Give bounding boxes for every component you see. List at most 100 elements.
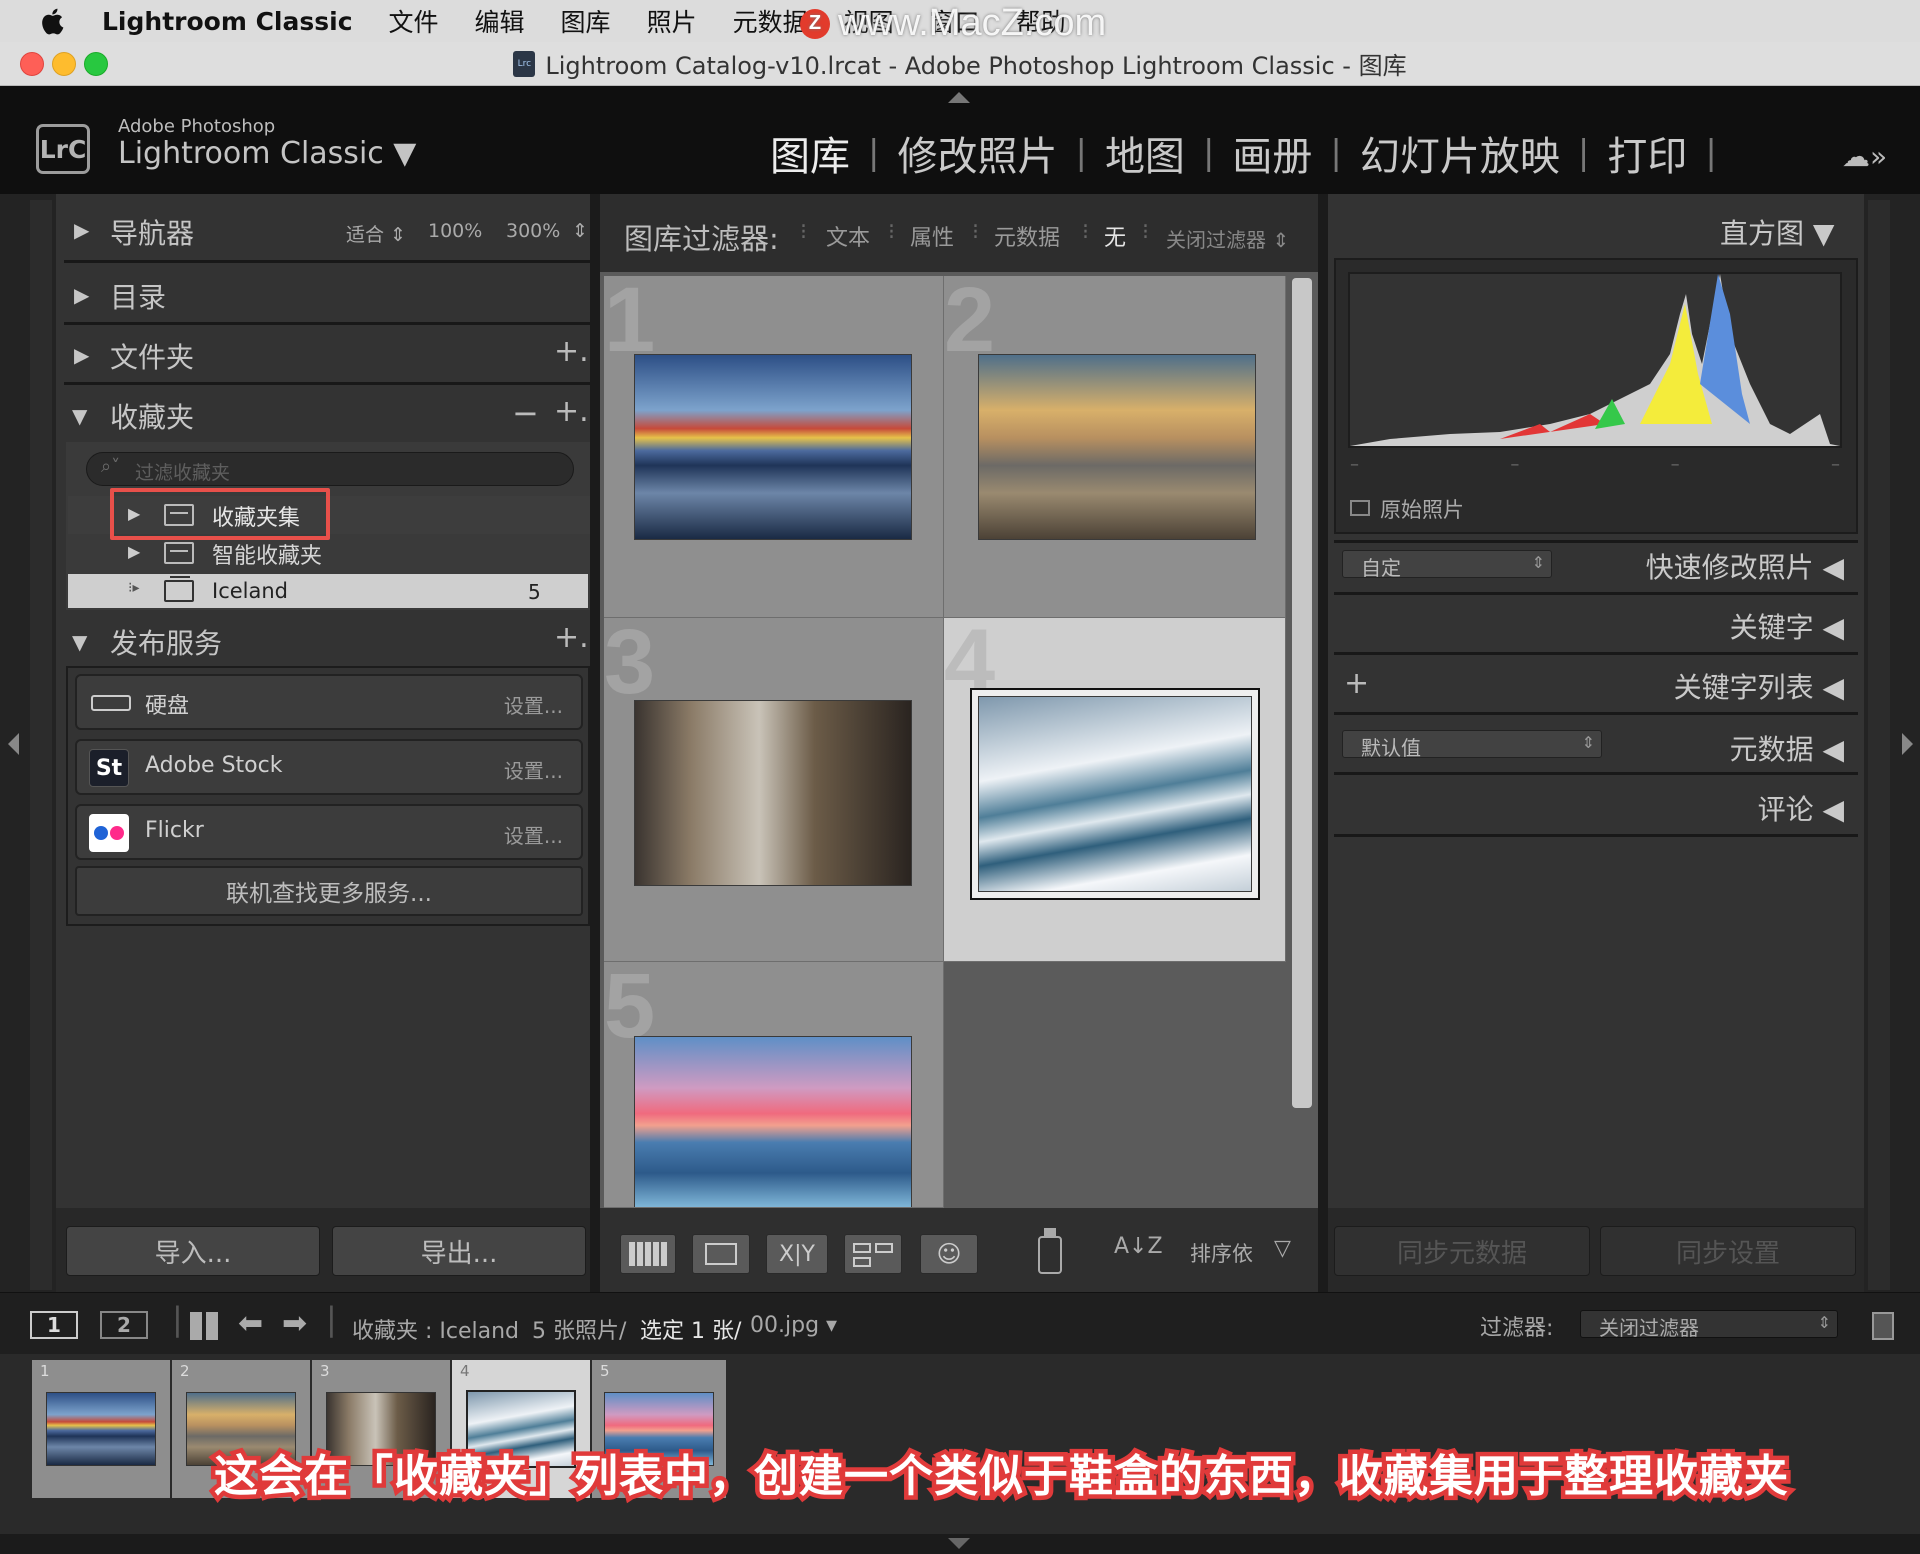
- navigator-title[interactable]: 导航器: [110, 212, 194, 252]
- cloud-sync-icon[interactable]: ☁»: [1842, 140, 1887, 173]
- service-setup-link[interactable]: 设置...: [504, 755, 563, 784]
- photo-thumbnail[interactable]: [634, 1036, 912, 1207]
- collapse-left-icon[interactable]: [8, 733, 19, 755]
- filmstrip-thumbnail[interactable]: [46, 1392, 156, 1466]
- menu-metadata[interactable]: 元数据: [733, 3, 808, 39]
- service-adobe-stock[interactable]: St Adobe Stock 设置...: [75, 739, 583, 795]
- photo-thumbnail[interactable]: [634, 354, 912, 540]
- import-button[interactable]: 导入...: [66, 1226, 320, 1276]
- sync-metadata-button[interactable]: 同步元数据: [1334, 1226, 1590, 1276]
- left-panel-scrollbar[interactable]: [30, 200, 52, 1290]
- photo-thumbnail[interactable]: [634, 700, 912, 886]
- sort-label[interactable]: 排序依: [1190, 1238, 1256, 1268]
- metadata-header[interactable]: 元数据 ◀: [1730, 728, 1844, 768]
- expand-triangle-icon[interactable]: ▶: [128, 542, 140, 561]
- publish-header[interactable]: ▼: [72, 630, 87, 654]
- service-flickr[interactable]: Flickr 设置...: [75, 804, 583, 860]
- app-menu[interactable]: Lightroom Classic: [102, 7, 353, 36]
- histogram-title[interactable]: 直方图 ▼: [1720, 212, 1834, 252]
- sync-settings-button[interactable]: 同步设置: [1600, 1226, 1856, 1276]
- folders-title[interactable]: 文件夹: [110, 336, 194, 376]
- catalog-header[interactable]: ▶: [74, 283, 89, 307]
- collections-header[interactable]: ▼: [72, 404, 87, 428]
- forward-arrow-icon[interactable]: ➡: [282, 1306, 307, 1341]
- filmstrip-source[interactable]: 收藏夹 : Iceland: [352, 1313, 519, 1345]
- grid-view-icon[interactable]: [190, 1312, 218, 1340]
- add-publish-service-button[interactable]: +.: [554, 620, 589, 655]
- filter-attribute[interactable]: 属性: [910, 220, 954, 252]
- menu-file[interactable]: 文件: [389, 3, 439, 39]
- right-panel-scrollbar[interactable]: [1868, 200, 1890, 1290]
- collection-iceland-row[interactable]: [68, 574, 588, 608]
- minimize-window-button[interactable]: [52, 52, 76, 76]
- service-setup-link[interactable]: 设置...: [504, 690, 563, 719]
- keyword-list-header[interactable]: 关键字列表 ◀: [1674, 666, 1844, 706]
- filter-presets-dropdown[interactable]: 关闭过滤器 ⇕: [1166, 224, 1289, 253]
- filmstrip-filter-select[interactable]: 关闭过滤器 ⇕: [1580, 1310, 1838, 1340]
- comments-header[interactable]: 评论 ◀: [1758, 788, 1844, 828]
- filter-text[interactable]: 文本: [826, 220, 870, 252]
- grid-scrollbar[interactable]: [1292, 278, 1312, 1108]
- folders-header[interactable]: ▶: [74, 343, 89, 367]
- original-photo-checkbox[interactable]: [1350, 500, 1370, 516]
- module-map[interactable]: 地图: [1105, 124, 1185, 182]
- histogram-graph[interactable]: [1348, 272, 1842, 448]
- collections-title[interactable]: 收藏夹: [110, 396, 194, 436]
- zoom-window-button[interactable]: [84, 52, 108, 76]
- filter-metadata[interactable]: 元数据: [994, 220, 1060, 252]
- keywording-header[interactable]: 关键字 ◀: [1730, 606, 1844, 646]
- add-keyword-button[interactable]: +: [1344, 666, 1369, 701]
- filename-menu[interactable]: 00.jpg ▾: [750, 1313, 837, 1338]
- survey-view-button[interactable]: [844, 1234, 902, 1274]
- module-slideshow[interactable]: 幻灯片放映: [1360, 124, 1560, 182]
- menu-library[interactable]: 图库: [561, 3, 611, 39]
- zoom-fit[interactable]: 适合 ⇕: [346, 220, 406, 247]
- catalog-title[interactable]: 目录: [110, 276, 166, 316]
- module-library[interactable]: 图库: [770, 124, 850, 182]
- filter-none[interactable]: 无: [1104, 220, 1126, 252]
- module-develop[interactable]: 修改照片: [897, 124, 1057, 182]
- add-collection-button[interactable]: +.: [554, 394, 589, 429]
- identity-plate-menu[interactable]: Lightroom Classic ▼: [118, 136, 416, 171]
- painter-spray-icon[interactable]: [1034, 1228, 1068, 1276]
- toolbar-options-chevron-icon[interactable]: ▽: [1274, 1236, 1291, 1261]
- zoom-300[interactable]: 300%: [506, 220, 560, 242]
- publish-title[interactable]: 发布服务: [110, 622, 222, 662]
- add-folder-button[interactable]: +.: [554, 334, 589, 369]
- smart-collection-label[interactable]: 智能收藏夹: [212, 538, 322, 570]
- collection-filter-input[interactable]: ⌕˅ 过滤收藏夹: [86, 452, 574, 486]
- navigator-header[interactable]: ▶: [74, 218, 89, 242]
- compare-view-button[interactable]: X|Y: [766, 1234, 828, 1274]
- grid-cell-selected[interactable]: 4: [944, 618, 1286, 962]
- menu-edit[interactable]: 编辑: [475, 3, 525, 39]
- collapse-top-icon[interactable]: [948, 92, 970, 103]
- service-hard-drive[interactable]: 硬盘 设置...: [75, 674, 583, 730]
- collapse-bottom-icon[interactable]: [948, 1538, 970, 1549]
- module-print[interactable]: 打印: [1607, 124, 1687, 182]
- back-arrow-icon[interactable]: ⬅: [238, 1306, 263, 1341]
- module-book[interactable]: 画册: [1232, 124, 1312, 182]
- metadata-preset-select[interactable]: 默认值 ⇕: [1342, 730, 1602, 760]
- grid-cell[interactable]: 2: [944, 276, 1286, 618]
- filmstrip-cell[interactable]: 1: [32, 1360, 170, 1498]
- second-window-button[interactable]: 2: [100, 1311, 148, 1339]
- filmstrip-lock-icon[interactable]: [1872, 1312, 1894, 1340]
- export-button[interactable]: 导出...: [332, 1226, 586, 1276]
- photo-thumbnail[interactable]: [978, 354, 1256, 540]
- zoom-100[interactable]: 100%: [428, 220, 482, 242]
- grid-cell[interactable]: 3: [604, 618, 944, 962]
- quick-develop-header[interactable]: 快速修改照片 ◀: [1646, 546, 1844, 586]
- main-window-button[interactable]: 1: [30, 1311, 78, 1339]
- menu-photo[interactable]: 照片: [647, 3, 697, 39]
- grid-view-button[interactable]: [620, 1234, 676, 1274]
- find-more-services-button[interactable]: 联机查找更多服务...: [75, 866, 583, 916]
- grid-cell[interactable]: 1: [604, 276, 944, 618]
- remove-collection-button[interactable]: −: [512, 394, 539, 432]
- grid-cell[interactable]: 5: [604, 962, 944, 1208]
- loupe-view-button[interactable]: [692, 1234, 750, 1274]
- sort-direction-icon[interactable]: A↓Z: [1114, 1234, 1163, 1259]
- collapse-right-icon[interactable]: [1902, 733, 1913, 755]
- zoom-stepper[interactable]: ⇕: [572, 220, 588, 242]
- quick-develop-preset-select[interactable]: 自定 ⇕: [1342, 550, 1552, 580]
- service-setup-link[interactable]: 设置...: [504, 820, 563, 849]
